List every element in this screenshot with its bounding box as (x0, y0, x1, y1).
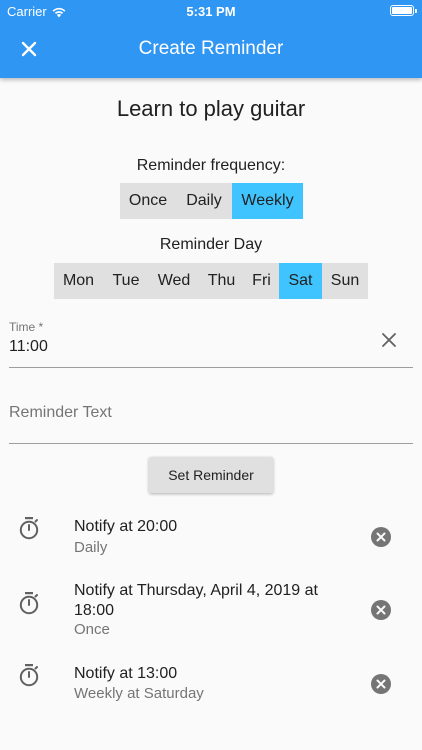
app-bar: Carrier 5:31 PM Create Reminder (0, 0, 422, 78)
delete-reminder-icon[interactable] (371, 600, 391, 620)
day-option-wed[interactable]: Wed (149, 263, 199, 299)
time-field-label: Time * (9, 320, 44, 334)
time-field[interactable]: Time * 11:00 (9, 320, 413, 368)
set-reminder-button[interactable]: Set Reminder (149, 457, 273, 493)
timer-icon (19, 517, 39, 540)
day-selector: Mon Tue Wed Thu Fri Sat Sun (54, 263, 368, 299)
reminder-title: Notify at Thursday, April 4, 2019 at 18:… (74, 582, 318, 619)
reminder-text-placeholder: Reminder Text (9, 404, 112, 421)
list-item: Notify at 20:00 Daily (0, 505, 422, 565)
status-bar: Carrier 5:31 PM (0, 0, 422, 22)
list-item: Notify at Thursday, April 4, 2019 at 18:… (0, 568, 422, 648)
timer-icon (19, 592, 39, 615)
page-title: Create Reminder (138, 38, 284, 59)
day-option-mon[interactable]: Mon (54, 263, 103, 299)
day-option-sat[interactable]: Sat (279, 263, 322, 299)
frequency-option-daily[interactable]: Daily (176, 183, 232, 219)
day-option-tue[interactable]: Tue (103, 263, 149, 299)
list-item: Notify at 13:00 Weekly at Saturday (0, 650, 422, 710)
day-option-fri[interactable]: Fri (244, 263, 279, 299)
timer-icon (19, 664, 39, 687)
battery-icon (390, 5, 417, 16)
reminder-text-field[interactable]: Reminder Text (9, 390, 413, 444)
reminder-subtitle: Weekly at Saturday (74, 685, 204, 702)
day-label: Reminder Day (159, 236, 263, 253)
reminder-subtitle: Once (74, 621, 110, 638)
frequency-selector: Once Daily Weekly (120, 183, 303, 219)
reminder-title: Notify at 20:00 (74, 518, 178, 535)
frequency-option-weekly[interactable]: Weekly (232, 183, 303, 219)
frequency-label: Reminder frequency: (136, 157, 286, 174)
reminder-title: Notify at 13:00 (74, 665, 178, 682)
clear-time-button[interactable] (379, 330, 399, 350)
delete-reminder-icon[interactable] (371, 527, 391, 547)
day-option-thu[interactable]: Thu (199, 263, 244, 299)
goal-title: Learn to play guitar (116, 96, 306, 121)
clear-icon (382, 333, 396, 347)
status-time: 5:31 PM (186, 4, 236, 19)
frequency-option-once[interactable]: Once (120, 183, 176, 219)
day-option-sun[interactable]: Sun (322, 263, 368, 299)
reminder-subtitle: Daily (74, 539, 108, 556)
delete-reminder-icon[interactable] (371, 674, 391, 694)
time-field-value[interactable]: 11:00 (9, 338, 48, 356)
